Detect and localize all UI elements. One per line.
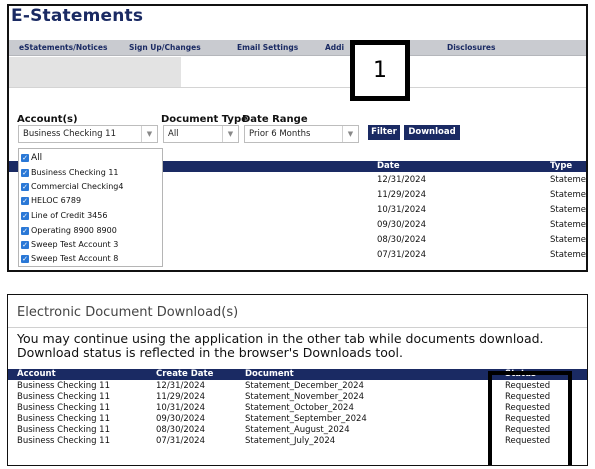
- message-line-2: Download status is reflected in the brow…: [17, 345, 403, 360]
- table-cell-type: Statement: [550, 205, 587, 215]
- account-column-header: Account: [17, 369, 56, 379]
- date-column-header: Date: [377, 161, 400, 171]
- table-cell-type: Statement: [550, 175, 587, 185]
- dropdown-option[interactable]: ✓ Line of Credit 3456: [21, 209, 107, 222]
- download-button[interactable]: Download: [404, 125, 460, 140]
- tab-email-settings[interactable]: Email Settings: [237, 43, 298, 52]
- dropdown-option[interactable]: ✓ Operating 8900 8900: [21, 224, 117, 237]
- dropdown-option-label: Line of Credit 3456: [31, 211, 108, 220]
- dropdown-option-label: Commercial Checking4: [31, 182, 124, 191]
- checkbox-checked-icon[interactable]: ✓: [21, 211, 29, 220]
- callout-box-1: 1: [350, 40, 410, 101]
- chevron-down-icon: ▼: [342, 126, 358, 142]
- date-range-label: Date Range: [242, 114, 308, 125]
- table-cell-document: Statement_November_2024: [245, 392, 365, 402]
- checkbox-checked-icon[interactable]: ✓: [21, 153, 29, 162]
- table-cell-account: Business Checking 11: [17, 436, 110, 446]
- checkbox-checked-icon[interactable]: ✓: [21, 226, 29, 235]
- table-cell-date: 08/30/2024: [156, 425, 205, 435]
- account-label: Account(s): [17, 114, 78, 125]
- checkbox-checked-icon[interactable]: ✓: [21, 182, 29, 191]
- dropdown-option-label: Sweep Test Account 3: [31, 240, 119, 249]
- table-cell-document: Statement_October_2024: [245, 403, 354, 413]
- table-cell-account: Business Checking 11: [17, 414, 110, 424]
- dropdown-option[interactable]: ✓ Commercial Checking4: [21, 180, 123, 193]
- dropdown-option[interactable]: ✓ HELOC 6789: [21, 194, 81, 207]
- table-cell-date: 09/30/2024: [156, 414, 205, 424]
- tab-sign-up-changes[interactable]: Sign Up/Changes: [129, 43, 201, 52]
- document-type-value: All: [168, 129, 179, 139]
- table-cell-date: 08/30/2024: [377, 235, 426, 245]
- account-select[interactable]: Business Checking 11 ▼: [18, 125, 158, 143]
- checkbox-checked-icon[interactable]: ✓: [21, 168, 29, 177]
- date-range-select[interactable]: Prior 6 Months ▼: [244, 125, 359, 143]
- dropdown-option[interactable]: ✓ Business Checking 11: [21, 166, 119, 179]
- tab-estatements-notices[interactable]: eStatements/Notices: [19, 43, 107, 52]
- table-cell-date: 12/31/2024: [377, 175, 426, 185]
- table-cell-date: 12/31/2024: [156, 381, 205, 391]
- document-column-header: Document: [245, 369, 294, 379]
- checkbox-checked-icon[interactable]: ✓: [21, 196, 29, 205]
- table-cell-account: Business Checking 11: [17, 381, 110, 391]
- checkbox-checked-icon[interactable]: ✓: [21, 254, 29, 263]
- downloads-title: Electronic Document Download(s): [17, 305, 239, 320]
- chevron-down-icon: ▼: [141, 126, 157, 142]
- table-cell-account: Business Checking 11: [17, 403, 110, 413]
- type-column-header: Type: [550, 161, 573, 171]
- divider: [9, 87, 586, 88]
- table-cell-date: 09/30/2024: [377, 220, 426, 230]
- dropdown-option-label: Business Checking 11: [31, 168, 119, 177]
- downloads-panel: Electronic Document Download(s) You may …: [7, 294, 588, 466]
- message-line-1: You may continue using the application i…: [17, 331, 544, 346]
- filter-button[interactable]: Filter: [368, 125, 400, 140]
- table-cell-account: Business Checking 11: [17, 392, 110, 402]
- tab-disclosures[interactable]: Disclosures: [447, 43, 495, 52]
- table-cell-date: 10/31/2024: [156, 403, 205, 413]
- dropdown-option-all[interactable]: ✓ All: [21, 151, 42, 164]
- table-cell-document: Statement_August_2024: [245, 425, 350, 435]
- divider: [8, 327, 587, 328]
- tab-additional[interactable]: Addi: [325, 43, 344, 52]
- dropdown-option-label: HELOC 6789: [31, 196, 82, 205]
- table-cell-date: 07/31/2024: [377, 250, 426, 260]
- estatements-panel: E-Statements eStatements/Notices Sign Up…: [7, 4, 588, 272]
- account-dropdown-list: ✓ All ✓ Business Checking 11 ✓ Commercia…: [18, 148, 163, 267]
- table-cell-date: 11/29/2024: [156, 392, 205, 402]
- table-cell-date: 11/29/2024: [377, 190, 426, 200]
- table-cell-document: Statement_September_2024: [245, 414, 367, 424]
- tab-bar: eStatements/Notices Sign Up/Changes Emai…: [9, 40, 586, 56]
- table-cell-date: 10/31/2024: [377, 205, 426, 215]
- table-cell-document: Statement_July_2024: [245, 436, 336, 446]
- table-cell-account: Business Checking 11: [17, 425, 110, 435]
- document-type-label: Document Type: [161, 114, 248, 125]
- create-date-column-header: Create Date: [156, 369, 214, 379]
- dropdown-option-label: All: [31, 152, 43, 163]
- table-cell-type: Statement: [550, 190, 587, 200]
- dropdown-option[interactable]: ✓ Sweep Test Account 8: [21, 252, 118, 265]
- downloads-message: You may continue using the application i…: [17, 332, 544, 360]
- document-type-select[interactable]: All ▼: [163, 125, 239, 143]
- date-range-value: Prior 6 Months: [249, 129, 311, 139]
- checkbox-checked-icon[interactable]: ✓: [21, 240, 29, 249]
- table-cell-type: Statement: [550, 235, 587, 245]
- chevron-down-icon: ▼: [222, 126, 238, 142]
- status-callout-box: [488, 371, 572, 465]
- table-cell-type: Statement: [550, 250, 587, 260]
- table-cell-document: Statement_December_2024: [245, 381, 364, 391]
- dropdown-option-label: Sweep Test Account 8: [31, 254, 119, 263]
- table-cell-date: 07/31/2024: [156, 436, 205, 446]
- callout-number: 1: [373, 58, 387, 83]
- tab-subbar: [9, 57, 181, 87]
- dropdown-option-label: Operating 8900 8900: [31, 226, 117, 235]
- dropdown-option[interactable]: ✓ Sweep Test Account 3: [21, 238, 118, 251]
- table-cell-type: Statement: [550, 220, 587, 230]
- page-title: E-Statements: [11, 6, 144, 26]
- account-select-value: Business Checking 11: [23, 129, 116, 139]
